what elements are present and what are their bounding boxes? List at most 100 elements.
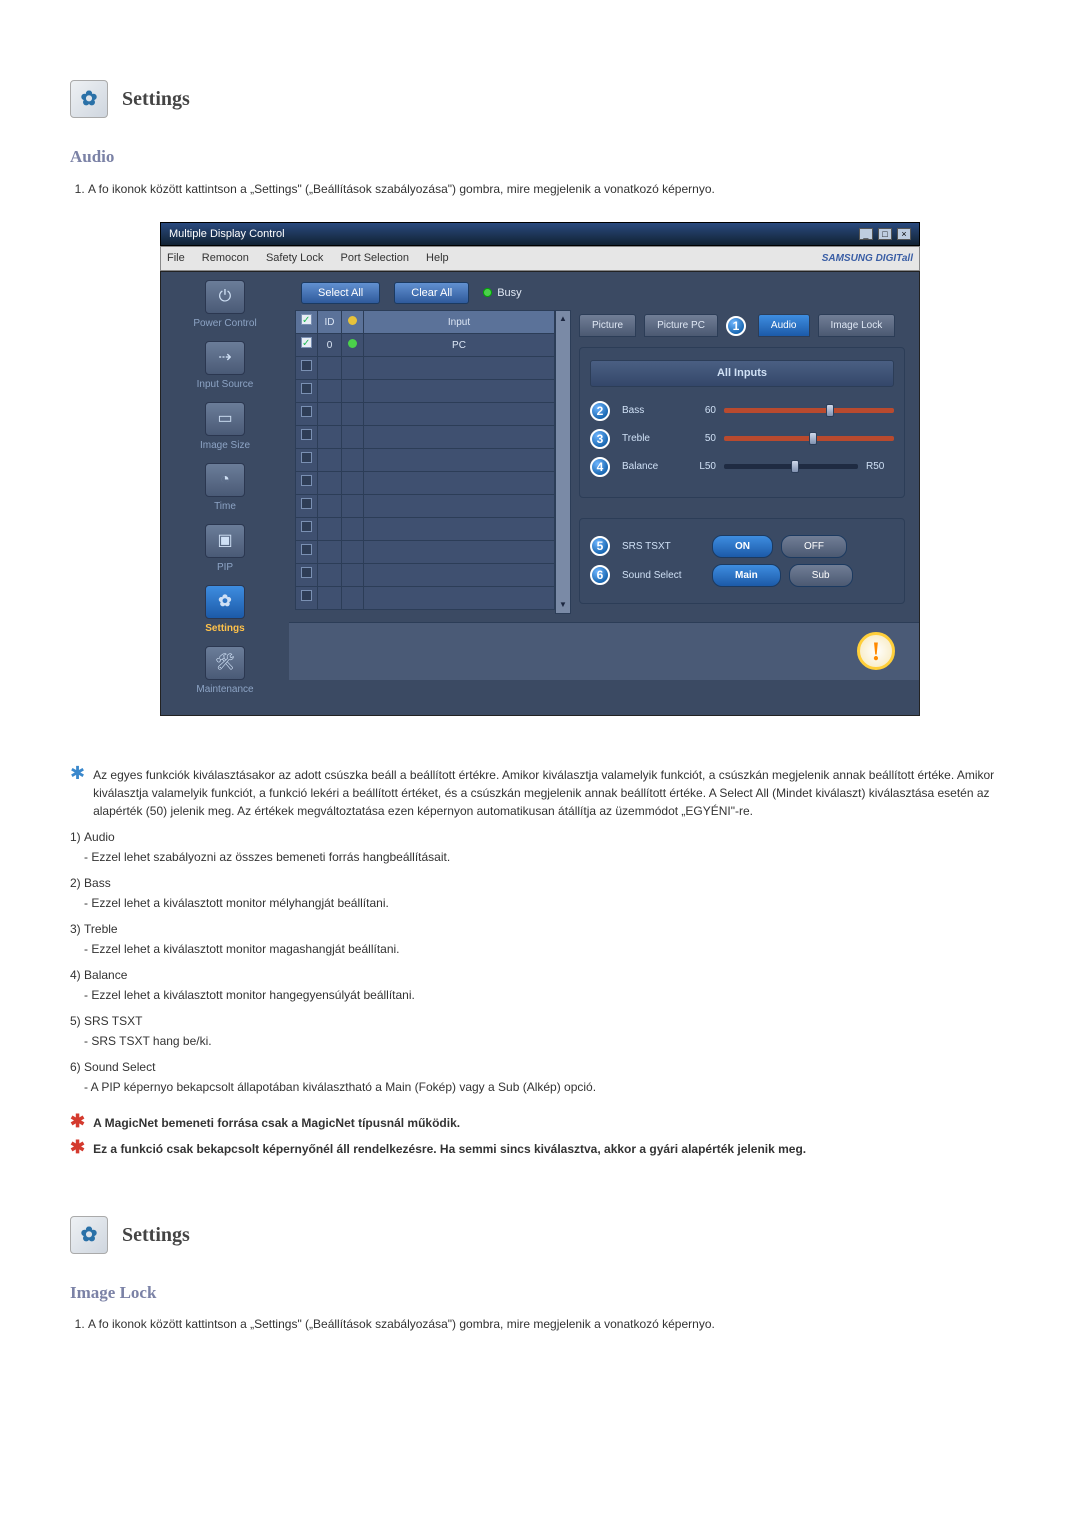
sidebar-item-time[interactable]: ◔ Time <box>165 463 285 514</box>
srs-off-button[interactable]: OFF <box>781 535 847 558</box>
note-text: A MagicNet bemeneti forrása csak a Magic… <box>93 1114 460 1132</box>
sidebar-item-maintenance[interactable]: 🛠 Maintenance <box>165 646 285 697</box>
table-row[interactable] <box>296 357 555 380</box>
table-row[interactable] <box>296 403 555 426</box>
menu-file[interactable]: File <box>167 252 185 264</box>
row-checkbox[interactable] <box>301 498 312 509</box>
item-desc: - Ezzel lehet a kiválasztott monitor mag… <box>84 940 1010 958</box>
table-row[interactable] <box>296 449 555 472</box>
table-row[interactable] <box>296 380 555 403</box>
note-text: Ez a funkció csak bekapcsolt képernyőnél… <box>93 1140 806 1158</box>
row-id: 0 <box>318 334 342 357</box>
table-row[interactable] <box>296 587 555 610</box>
row-checkbox[interactable] <box>301 406 312 417</box>
row-checkbox[interactable] <box>301 452 312 463</box>
sidebar: ⏻ Power Control ⇢ Input Source ▭ Image S… <box>161 272 289 715</box>
sound-main-button[interactable]: Main <box>712 564 781 587</box>
brand-label: SAMSUNG DIGITall <box>822 251 913 266</box>
sound-select-label: Sound Select <box>622 568 704 583</box>
bass-slider[interactable] <box>724 408 894 413</box>
callout-1: 1 <box>726 316 746 336</box>
busy-label: Busy <box>497 285 521 302</box>
callout-2: 2 <box>590 401 610 421</box>
table-row[interactable]: 0 PC <box>296 334 555 357</box>
row-checkbox[interactable] <box>301 567 312 578</box>
star-icon: ✱ <box>70 1140 85 1158</box>
maximize-icon[interactable]: □ <box>878 228 892 240</box>
item-desc: - A PIP képernyo bekapcsolt állapotában … <box>84 1078 1010 1096</box>
row-checkbox[interactable] <box>301 383 312 394</box>
row-checkbox[interactable] <box>301 544 312 555</box>
row-checkbox[interactable] <box>301 475 312 486</box>
item-desc: - Ezzel lehet a kiválasztott monitor mél… <box>84 894 1010 912</box>
sidebar-item-imagesize[interactable]: ▭ Image Size <box>165 402 285 453</box>
row-input: PC <box>364 334 555 357</box>
device-table: ID Input 0 PC <box>295 310 555 614</box>
tab-image-lock[interactable]: Image Lock <box>818 314 896 337</box>
header-checkbox[interactable] <box>301 314 312 325</box>
clear-all-button[interactable]: Clear All <box>394 282 469 305</box>
callout-5: 5 <box>590 536 610 556</box>
header-id: ID <box>318 311 342 334</box>
minimize-icon[interactable]: _ <box>859 228 873 240</box>
power-icon: ⏻ <box>205 280 245 314</box>
row-checkbox[interactable] <box>301 360 312 371</box>
sound-sub-button[interactable]: Sub <box>789 564 853 587</box>
table-row[interactable] <box>296 495 555 518</box>
note-star-red-1: ✱ A MagicNet bemeneti forrása csak a Mag… <box>70 1114 1010 1132</box>
balance-label: Balance <box>622 459 680 474</box>
treble-value: 50 <box>688 431 716 446</box>
sidebar-item-input[interactable]: ⇢ Input Source <box>165 341 285 392</box>
table-row[interactable] <box>296 541 555 564</box>
note-star-1: ✱ Az egyes funkciók kiválasztásakor az a… <box>70 766 1010 820</box>
row-checkbox[interactable] <box>301 590 312 601</box>
num-label: 2) <box>70 876 81 890</box>
row-checkbox[interactable] <box>301 429 312 440</box>
scroll-down-icon[interactable]: ▼ <box>559 599 567 611</box>
table-row[interactable] <box>296 518 555 541</box>
note-star-red-2: ✱ Ez a funkció csak bekapcsolt képernyőn… <box>70 1140 1010 1158</box>
close-icon[interactable]: × <box>897 228 911 240</box>
scroll-up-icon[interactable]: ▲ <box>559 313 567 325</box>
menu-port[interactable]: Port Selection <box>340 252 408 264</box>
window-title: Multiple Display Control <box>169 226 285 243</box>
num-label: 1) <box>70 830 81 844</box>
table-row[interactable] <box>296 426 555 449</box>
menu-remocon[interactable]: Remocon <box>202 252 249 264</box>
srs-label: SRS TSXT <box>622 539 704 554</box>
window-controls: _ □ × <box>857 226 911 243</box>
table-row[interactable] <box>296 472 555 495</box>
sidebar-item-power[interactable]: ⏻ Power Control <box>165 280 285 331</box>
window-titlebar: Multiple Display Control _ □ × <box>160 222 920 247</box>
tab-picture-pc[interactable]: Picture PC <box>644 314 718 337</box>
row-checkbox[interactable] <box>301 521 312 532</box>
settings-icon: ✿ <box>70 1216 108 1254</box>
item-desc: - Ezzel lehet a kiválasztott monitor han… <box>84 986 1010 1004</box>
row-checkbox[interactable] <box>301 337 312 348</box>
section-title: Settings <box>122 1220 190 1250</box>
srs-on-button[interactable]: ON <box>712 535 773 558</box>
select-all-button[interactable]: Select All <box>301 282 380 305</box>
menu-safety[interactable]: Safety Lock <box>266 252 323 264</box>
busy-dot-icon <box>483 288 492 297</box>
sidebar-label: Power Control <box>165 316 285 331</box>
sidebar-label: Settings <box>165 621 285 636</box>
item-title: SRS TSXT <box>84 1014 142 1028</box>
header-input: Input <box>364 311 555 334</box>
step-list: A fo ikonok között kattintson a „Setting… <box>88 1315 1010 1333</box>
menu-bar: File Remocon Safety Lock Port Selection … <box>160 246 920 271</box>
balance-slider[interactable] <box>724 464 858 469</box>
tab-picture[interactable]: Picture <box>579 314 636 337</box>
table-row[interactable] <box>296 564 555 587</box>
warning-icon: ! <box>857 632 895 670</box>
table-scrollbar[interactable]: ▲ ▼ <box>555 310 571 614</box>
sidebar-item-pip[interactable]: ▣ PIP <box>165 524 285 575</box>
settings-icon: ✿ <box>70 80 108 118</box>
settings-panel: Picture Picture PC 1 Audio Image Lock Al… <box>571 310 913 614</box>
item-desc: - Ezzel lehet szabályozni az összes beme… <box>84 848 1010 866</box>
sidebar-item-settings[interactable]: ✿ Settings <box>165 585 285 636</box>
menu-help[interactable]: Help <box>426 252 449 264</box>
balance-right: R50 <box>866 459 894 474</box>
tab-audio[interactable]: Audio <box>758 314 810 337</box>
treble-slider[interactable] <box>724 436 894 441</box>
